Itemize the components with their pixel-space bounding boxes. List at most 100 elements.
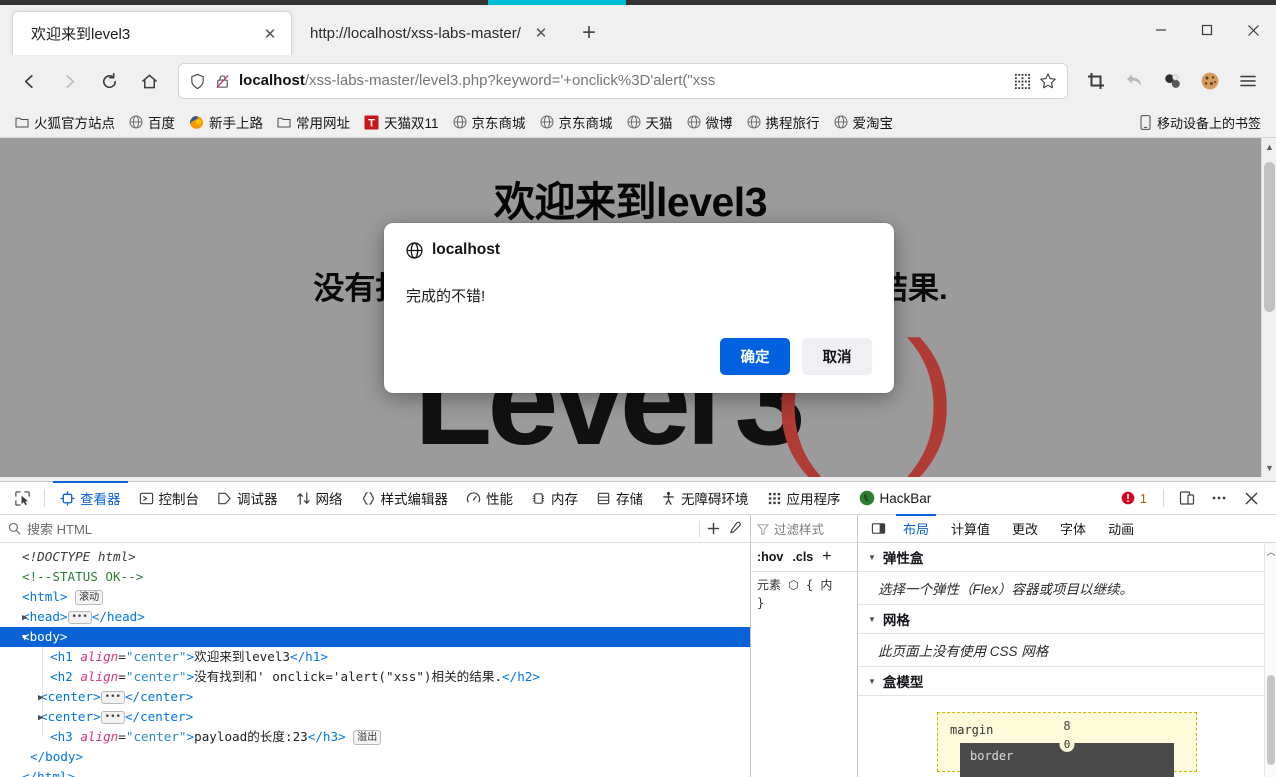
devtools-tab-network[interactable]: 网络 bbox=[287, 482, 352, 514]
close-icon[interactable]: ✕ bbox=[259, 23, 281, 45]
devtools-tab-hackbar[interactable]: HackBar bbox=[850, 482, 941, 514]
scroll-up-icon[interactable]: ▲ bbox=[1262, 138, 1276, 156]
chevron-down-icon[interactable]: ▼ bbox=[22, 628, 27, 648]
markup-tree[interactable]: <!DOCTYPE html> <!--STATUS OK--> <html> … bbox=[0, 543, 750, 777]
scroll-down-icon[interactable]: ▼ bbox=[1262, 459, 1276, 477]
ellipsis-badge[interactable]: ••• bbox=[101, 691, 125, 704]
layout-tab-computed[interactable]: 计算值 bbox=[940, 515, 1001, 542]
responsive-design-icon[interactable] bbox=[1172, 484, 1202, 512]
bookmark-item-7[interactable]: 天猫 bbox=[620, 109, 680, 135]
scrollbar-thumb[interactable] bbox=[1264, 162, 1275, 312]
devtools-tab-console[interactable]: 控制台 bbox=[130, 482, 209, 514]
screenshot-crop-icon[interactable] bbox=[1078, 62, 1114, 100]
eyedropper-icon[interactable] bbox=[727, 521, 742, 536]
tab-xss-labs[interactable]: http://localhost/xss-labs-master/ ✕ bbox=[292, 11, 562, 55]
hamburger-menu-icon[interactable] bbox=[1230, 62, 1266, 100]
page-scrollbar[interactable]: ▲ ▼ bbox=[1261, 138, 1276, 477]
ellipsis-badge[interactable]: ••• bbox=[68, 611, 92, 624]
box-model-margin-top[interactable]: 8 bbox=[1063, 719, 1070, 733]
hov-toggle[interactable]: :hov bbox=[757, 550, 783, 564]
close-devtools-icon[interactable] bbox=[1236, 484, 1266, 512]
close-icon[interactable]: ✕ bbox=[530, 22, 552, 44]
forward-button-icon[interactable] bbox=[50, 62, 88, 100]
bookmark-item-2[interactable]: 新手上路 bbox=[182, 109, 270, 135]
chevron-down-icon[interactable]: ▼ bbox=[868, 615, 876, 624]
back-button-icon[interactable] bbox=[10, 62, 48, 100]
markup-line-selected[interactable]: ▼ <body> bbox=[0, 627, 750, 647]
shield-icon[interactable] bbox=[189, 73, 206, 90]
chevron-right-icon[interactable]: ▶ bbox=[38, 688, 43, 708]
new-tab-button[interactable]: + bbox=[572, 16, 606, 50]
bookmark-item-4[interactable]: T 天猫双11 bbox=[357, 109, 446, 135]
bookmark-item-6[interactable]: 京东商城 bbox=[533, 109, 620, 135]
scroll-up-icon[interactable]: ︿ bbox=[1265, 545, 1276, 558]
home-button-icon[interactable] bbox=[130, 62, 168, 100]
bookmark-item-9[interactable]: 携程旅行 bbox=[740, 109, 827, 135]
devtools-tab-accessibility[interactable]: 无障碍环境 bbox=[652, 482, 758, 514]
devtools-tab-inspector[interactable]: 查看器 bbox=[51, 482, 130, 514]
bookmark-item-0[interactable]: 火狐官方站点 bbox=[8, 109, 122, 135]
layout-scrollbar[interactable]: ︿ bbox=[1264, 543, 1276, 777]
devtools-tab-performance[interactable]: 性能 bbox=[457, 482, 522, 514]
qr-code-icon[interactable] bbox=[1014, 73, 1031, 90]
tab-level3[interactable]: 欢迎来到level3 ✕ bbox=[12, 11, 292, 55]
add-rule-button[interactable]: + bbox=[822, 548, 831, 566]
markup-line[interactable]: ▶ <center>•••</center> bbox=[0, 707, 750, 727]
add-node-button[interactable] bbox=[706, 521, 721, 536]
layout-tab-layout[interactable]: 布局 bbox=[892, 515, 940, 542]
ok-button[interactable]: 确定 bbox=[720, 338, 790, 375]
chevron-down-icon[interactable]: ▼ bbox=[868, 677, 876, 686]
style-filter-input[interactable]: 过滤样式 bbox=[751, 515, 857, 543]
minimize-button[interactable] bbox=[1138, 8, 1184, 52]
chevron-right-icon[interactable]: ▶ bbox=[22, 608, 27, 628]
chevron-right-icon[interactable]: ▶ bbox=[38, 708, 43, 728]
section-grid-header[interactable]: ▼ 网格 bbox=[858, 605, 1276, 634]
markup-line[interactable]: </body> bbox=[0, 747, 750, 767]
cls-toggle[interactable]: .cls bbox=[792, 550, 813, 564]
section-flexbox-header[interactable]: ▼ 弹性盒 bbox=[858, 543, 1276, 572]
undo-arrow-icon[interactable] bbox=[1116, 62, 1152, 100]
layout-tab-animations[interactable]: 动画 bbox=[1097, 515, 1145, 542]
error-count-badge[interactable]: 1 bbox=[1113, 491, 1155, 506]
maximize-button[interactable] bbox=[1184, 8, 1230, 52]
cookie-icon[interactable] bbox=[1192, 62, 1228, 100]
scrollbar-thumb[interactable] bbox=[1267, 675, 1275, 765]
markup-line[interactable]: ▶ <head>•••</head> bbox=[0, 607, 750, 627]
html-search-bar[interactable]: 搜索 HTML bbox=[0, 515, 750, 543]
bookmark-item-8[interactable]: 微博 bbox=[680, 109, 740, 135]
close-window-button[interactable] bbox=[1230, 8, 1276, 52]
markup-line[interactable]: <html> 滚动 bbox=[0, 587, 750, 607]
lock-broken-icon[interactable] bbox=[214, 73, 231, 90]
reload-button-icon[interactable] bbox=[90, 62, 128, 100]
bookmark-item-5[interactable]: 京东商城 bbox=[446, 109, 533, 135]
devtools-tab-memory[interactable]: 内存 bbox=[522, 482, 587, 514]
bookmark-item-3[interactable]: 常用网址 bbox=[270, 109, 357, 135]
markup-line[interactable]: <h2 align="center">没有找到和' onclick='alert… bbox=[0, 667, 750, 687]
bookmark-star-icon[interactable] bbox=[1039, 72, 1057, 90]
box-model-margin[interactable]: margin 8 border 0 bbox=[937, 712, 1197, 772]
ellipsis-badge[interactable]: ••• bbox=[101, 711, 125, 724]
devtools-tab-application[interactable]: 应用程序 bbox=[758, 482, 850, 514]
more-options-icon[interactable] bbox=[1204, 484, 1234, 512]
molecule-icon[interactable] bbox=[1154, 62, 1190, 100]
bookmark-item-1[interactable]: 百度 bbox=[122, 109, 182, 135]
markup-line[interactable]: ▶ <center>•••</center> bbox=[0, 687, 750, 707]
box-model-border[interactable]: border 0 bbox=[960, 743, 1174, 777]
markup-line[interactable]: <h1 align="center">欢迎来到level3</h1> bbox=[0, 647, 750, 667]
box-model-border-top[interactable]: 0 bbox=[1060, 737, 1075, 752]
bookmark-item-mobile[interactable]: 移动设备上的书签 bbox=[1132, 110, 1268, 135]
toggle-sidebar-icon[interactable] bbox=[864, 521, 892, 536]
section-boxmodel-header[interactable]: ▼ 盒模型 bbox=[858, 667, 1276, 696]
markup-line[interactable]: <!--STATUS OK--> bbox=[0, 567, 750, 587]
devtools-tab-debugger[interactable]: 调试器 bbox=[208, 482, 287, 514]
bookmark-item-10[interactable]: 爱淘宝 bbox=[827, 109, 901, 135]
markup-line[interactable]: <h3 align="center">payload的长度:23</h3> 溢出 bbox=[0, 727, 750, 747]
markup-line[interactable]: <!DOCTYPE html> bbox=[0, 547, 750, 567]
address-bar[interactable]: localhost/xss-labs-master/level3.php?key… bbox=[178, 63, 1068, 99]
markup-line[interactable]: </html> bbox=[0, 767, 750, 777]
devtools-tab-style-editor[interactable]: 样式编辑器 bbox=[352, 482, 458, 514]
layout-tab-changes[interactable]: 更改 bbox=[1001, 515, 1049, 542]
element-picker-icon[interactable] bbox=[6, 485, 38, 512]
cancel-button[interactable]: 取消 bbox=[802, 338, 872, 375]
chevron-down-icon[interactable]: ▼ bbox=[868, 553, 876, 562]
